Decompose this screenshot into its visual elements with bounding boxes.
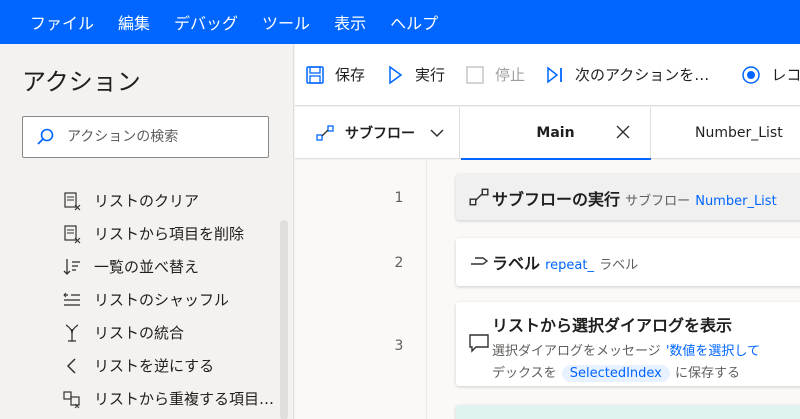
line-number: 3 — [394, 338, 404, 354]
subflows-dropdown[interactable]: サブフロー — [295, 107, 460, 159]
step-desc-value: '数値を選択して — [665, 344, 761, 359]
action-step-label[interactable]: ラベル repeat_ ラベル — [456, 238, 800, 286]
menu-bar: ファイル 編集 デバッグ ツール 表示 ヘルプ — [0, 0, 800, 44]
tab-number-list-label: Number_List — [695, 125, 783, 141]
subflows-label: サブフロー — [345, 126, 415, 142]
subflow-icon — [469, 188, 489, 206]
step-desc: に保存する — [674, 366, 740, 381]
flow-canvas: 1 2 3 サブフローの実行 サブフロー Number_List ラベル rep… — [295, 160, 800, 419]
shuffle-icon — [63, 292, 80, 306]
variable-chip[interactable]: SelectedIndex — [561, 365, 670, 382]
actions-search-box[interactable] — [22, 116, 269, 158]
actions-scrollbar[interactable] — [280, 220, 288, 419]
merge-icon — [65, 323, 79, 342]
step-title: リストから選択ダイアログを表示 — [492, 316, 733, 335]
action-item-shuffle[interactable]: リストのシャッフル — [0, 283, 280, 316]
action-item-clear-list[interactable]: リストのクリア — [0, 184, 280, 217]
line-number: 1 — [394, 190, 404, 206]
stop-label: 停止 — [495, 66, 526, 84]
subflow-icon — [316, 125, 334, 141]
message-icon — [469, 334, 489, 353]
action-step-run-subflow[interactable]: サブフローの実行 サブフロー Number_List — [456, 174, 800, 220]
menu-file[interactable]: ファイル — [30, 10, 94, 34]
tab-bar: サブフロー Main Number_List — [295, 107, 800, 160]
step-desc-value: repeat_ — [545, 258, 594, 273]
play-icon — [389, 65, 403, 84]
save-label: 保存 — [335, 66, 366, 84]
record-icon — [742, 65, 761, 84]
action-item-label: リストを逆にする — [94, 357, 215, 375]
close-icon[interactable] — [614, 123, 632, 141]
tab-main-label: Main — [536, 125, 575, 141]
actions-search-input[interactable] — [67, 129, 257, 145]
step-desc: ラベル — [599, 258, 639, 273]
action-item-merge[interactable]: リストの統合 — [0, 316, 280, 349]
save-button[interactable]: 保存 — [305, 64, 365, 85]
tab-number-list[interactable]: Number_List — [695, 107, 783, 159]
menu-view[interactable]: 表示 — [334, 10, 366, 34]
toolbar: 保存 実行 停止 次のアクションを… レコ — [295, 44, 800, 106]
action-item-reverse[interactable]: リストを逆にする — [0, 349, 280, 382]
action-step-select-dialog[interactable]: リストから選択ダイアログを表示 選択ダイアログをメッセージ '数値を選択して デ… — [456, 302, 800, 386]
action-item-label: リストのクリア — [94, 192, 200, 210]
dedupe-icon — [63, 390, 80, 408]
line-number: 2 — [394, 255, 404, 271]
run-next-action-button[interactable]: 次のアクションを… — [545, 64, 709, 85]
label-icon — [471, 257, 489, 265]
step-desc: サブフロー — [625, 194, 691, 209]
action-item-label: リストから項目を削除 — [94, 225, 245, 243]
action-item-remove-item[interactable]: リストから項目を削除 — [0, 217, 280, 250]
action-item-label: 一覧の並べ替え — [94, 258, 200, 276]
actions-panel-title: アクション — [22, 68, 141, 96]
clear-list-icon — [64, 191, 81, 210]
menu-tools[interactable]: ツール — [262, 10, 310, 34]
action-step-partial[interactable] — [456, 405, 800, 419]
actions-panel: アクション リストのクリア リストから項目を削除 一覧の並べ替え リストのシャッ… — [0, 44, 294, 419]
step-desc-value: Number_List — [695, 194, 777, 209]
run-next-action-label: 次のアクションを… — [575, 66, 710, 84]
action-item-remove-duplicates[interactable]: リストから重複する項目… — [0, 382, 280, 415]
record-button[interactable]: レコ — [741, 64, 800, 85]
stop-icon — [466, 65, 484, 84]
search-icon — [37, 128, 54, 145]
action-item-sort[interactable]: 一覧の並べ替え — [0, 250, 280, 283]
action-list: リストのクリア リストから項目を削除 一覧の並べ替え リストのシャッフル リスト… — [0, 184, 280, 415]
action-item-label: リストから重複する項目… — [94, 390, 275, 408]
chevron-down-icon — [430, 129, 444, 138]
record-label: レコ — [771, 66, 800, 84]
step-desc: 選択ダイアログをメッセージ — [492, 344, 661, 359]
menu-help[interactable]: ヘルプ — [390, 10, 438, 34]
sort-icon — [63, 258, 80, 275]
remove-item-icon — [64, 224, 81, 243]
action-item-label: リストの統合 — [94, 324, 185, 342]
tab-main[interactable]: Main — [461, 107, 651, 160]
reverse-icon — [66, 357, 76, 374]
run-label: 実行 — [415, 66, 446, 84]
stop-button[interactable]: 停止 — [465, 64, 525, 85]
step-desc: デックスを — [492, 366, 557, 381]
step-next-icon — [547, 65, 562, 84]
save-icon — [306, 65, 324, 84]
step-title: ラベル — [492, 254, 541, 273]
action-item-label: リストのシャッフル — [94, 291, 230, 309]
menu-debug[interactable]: デバッグ — [174, 10, 238, 34]
menu-edit[interactable]: 編集 — [118, 10, 150, 34]
step-title: サブフローの実行 — [492, 190, 621, 209]
run-button[interactable]: 実行 — [385, 64, 445, 85]
